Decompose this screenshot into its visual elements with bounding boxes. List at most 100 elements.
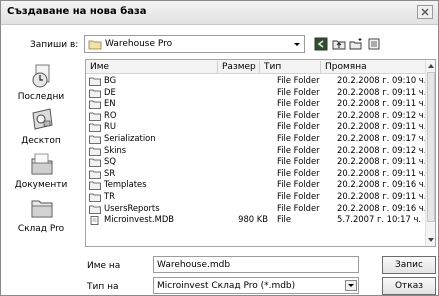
file-type: File Folder xyxy=(277,167,320,178)
folder-icon xyxy=(89,135,101,144)
column-modified[interactable]: Промяна xyxy=(325,62,367,72)
file-name: EN xyxy=(104,98,116,109)
file-modified: 20.2.2008 г. 09:10 ч. xyxy=(337,75,427,85)
file-row[interactable]: RO File Folder 20.2.2008 г. 09:12 ч. xyxy=(86,109,426,122)
view-menu-button[interactable] xyxy=(367,37,381,51)
documents-icon xyxy=(31,153,53,175)
filetype-dropdown[interactable]: Microinvest Склад Pro (*.mdb) xyxy=(153,277,359,294)
filename-input[interactable] xyxy=(153,256,359,273)
folder-icon xyxy=(89,193,101,202)
column-divider[interactable] xyxy=(320,61,321,73)
save-dialog: Създаване на нова база Запиши в: Warehou… xyxy=(0,0,439,296)
filename-label: Име на xyxy=(87,261,121,271)
scroll-down-icon[interactable] xyxy=(426,234,436,246)
folder-icon xyxy=(89,89,101,98)
file-row[interactable]: EN File Folder 20.2.2008 г. 09:11 ч. xyxy=(86,98,427,110)
column-name[interactable]: Име xyxy=(90,62,109,72)
back-icon xyxy=(314,37,328,51)
file-name: Microinvest.MDB xyxy=(104,214,175,225)
file-row[interactable]: RU File Folder 20.2.2008 г. 09:11 ч. xyxy=(86,121,426,133)
file-modified: 20.2.2008 г. 09:16 ч. xyxy=(337,202,427,213)
file-type: File Folder xyxy=(277,132,320,143)
scroll-up-icon[interactable] xyxy=(426,60,436,72)
place-label: Склад Pro xyxy=(17,224,65,234)
up-folder-icon xyxy=(332,40,346,50)
column-header: Име Размер Тип Промяна xyxy=(86,60,425,74)
folder-icon xyxy=(89,147,101,156)
close-button[interactable] xyxy=(417,5,433,19)
new-folder-button[interactable] xyxy=(349,37,363,51)
file-type: File xyxy=(277,214,292,225)
folder-icon xyxy=(89,100,101,110)
vertical-scrollbar[interactable] xyxy=(425,60,436,246)
cancel-button[interactable]: Отказ xyxy=(382,277,436,295)
file-name: SQ xyxy=(104,156,116,167)
file-modified: 20.2.2008 г. 09:11 ч. xyxy=(337,167,427,178)
dialog-title: Създаване на нова база xyxy=(7,6,147,17)
file-icon xyxy=(90,216,99,226)
file-modified: 20.2.2008 г. 09:11 ч. xyxy=(337,190,427,201)
file-type: File Folder xyxy=(277,144,320,155)
place-documents[interactable]: Документи xyxy=(4,151,78,195)
back-button[interactable] xyxy=(314,37,328,51)
file-type: File Folder xyxy=(277,190,320,201)
filetype-value: Microinvest Склад Pro (*.mdb) xyxy=(157,281,296,291)
column-size[interactable]: Размер xyxy=(222,62,256,72)
file-row[interactable]: Microinvest.MDB 980 KB File 5.7.2007 г. 10:… xyxy=(86,214,425,226)
file-rows: BG File Folder 20.2.2008 г. 09:10 ч. DE File… xyxy=(86,75,427,226)
file-row[interactable]: SR File Folder 20.2.2008 г. 09:11 ч. xyxy=(86,167,427,180)
file-name: UsersReports xyxy=(104,202,160,213)
save-button[interactable]: Запис xyxy=(382,256,436,274)
column-type[interactable]: Тип xyxy=(264,62,281,72)
folder-icon xyxy=(88,40,102,50)
up-folder-button[interactable] xyxy=(332,37,346,51)
folder-icon xyxy=(89,170,101,179)
chevron-down-icon[interactable] xyxy=(345,280,357,291)
file-type: File Folder xyxy=(277,156,320,167)
file-row[interactable]: Serialization File Folder 20.2.2008 г. 09:… xyxy=(86,132,427,145)
folder-icon xyxy=(89,123,101,133)
folder-icon xyxy=(89,112,101,121)
column-divider[interactable] xyxy=(259,61,260,73)
recent-icon xyxy=(32,64,50,88)
file-name: DE xyxy=(104,86,116,97)
column-divider[interactable] xyxy=(217,61,218,73)
file-row[interactable]: Skins File Folder 20.2.2008 г. 09:12 ч. xyxy=(86,144,427,157)
file-row[interactable]: Templates File Folder 20.2.2008 г. 09:16 ч… xyxy=(86,179,426,191)
file-type: File Folder xyxy=(277,75,320,85)
file-modified: 5.7.2007 г. 10:17 ч. xyxy=(337,214,422,225)
chevron-down-icon[interactable] xyxy=(291,38,303,50)
file-size: 980 KB xyxy=(238,214,268,225)
file-list[interactable]: Име Размер Тип Промяна BG File Folder 20.2… xyxy=(85,59,436,247)
place-recent[interactable]: Последни xyxy=(4,63,78,107)
file-type: File Folder xyxy=(277,109,320,120)
file-name: Templates xyxy=(104,179,147,190)
desktop-icon xyxy=(32,108,53,130)
file-name: Skins xyxy=(104,144,127,155)
file-type: File Folder xyxy=(277,98,320,109)
file-name: RO xyxy=(104,109,117,120)
file-row[interactable]: SQ File Folder 20.2.2008 г. 09:11 ч. xyxy=(86,156,426,168)
lookin-dropdown[interactable]: Warehouse Pro xyxy=(84,35,305,53)
place-sklad-pro[interactable]: Склад Pro xyxy=(4,195,78,239)
new-folder-icon xyxy=(349,38,362,50)
lookin-label: Запиши в: xyxy=(30,40,79,50)
file-modified: 20.2.2008 г. 09:17 ч. xyxy=(337,132,427,143)
file-modified: 20.2.2008 г. 09:11 ч. xyxy=(337,98,427,109)
file-row[interactable]: UsersReports File Folder 20.2.2008 г. 09:1… xyxy=(86,202,427,215)
file-row[interactable]: BG File Folder 20.2.2008 г. 09:10 ч. xyxy=(86,75,427,87)
file-type: File Folder xyxy=(277,179,320,190)
folder-icon xyxy=(89,158,101,168)
file-modified: 20.2.2008 г. 09:11 ч. xyxy=(337,86,427,97)
place-desktop[interactable]: Десктоп xyxy=(4,107,78,151)
file-modified: 20.2.2008 г. 09:12 ч. xyxy=(337,144,427,155)
file-row[interactable]: DE File Folder 20.2.2008 г. 09:11 ч. xyxy=(86,86,427,99)
file-row[interactable]: TR File Folder 20.2.2008 г. 09:11 ч. xyxy=(86,190,427,203)
file-name: BG xyxy=(104,75,117,85)
lookin-value: Warehouse Pro xyxy=(105,39,173,49)
file-name: TR xyxy=(104,190,115,201)
file-name: SR xyxy=(104,167,116,178)
file-type: File Folder xyxy=(277,202,320,213)
file-name: RU xyxy=(104,121,116,132)
scroll-thumb[interactable] xyxy=(427,72,435,222)
